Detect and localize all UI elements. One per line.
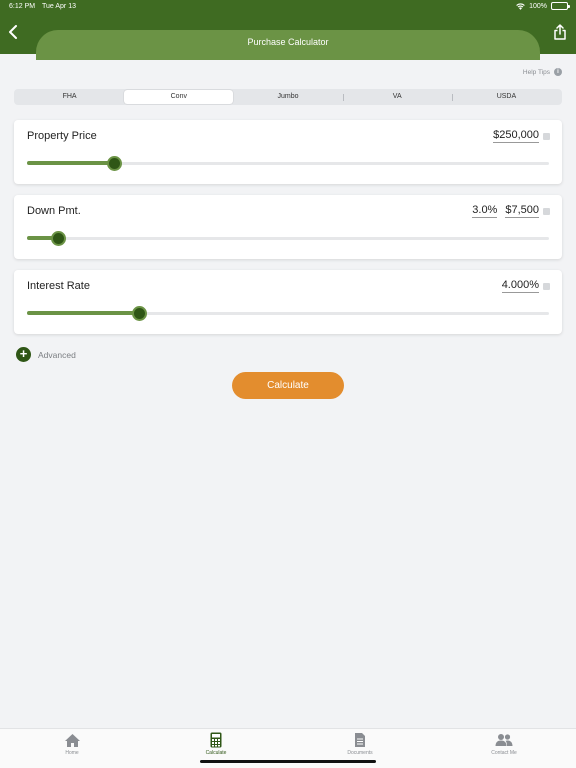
loan-type-segmented-control: FHA Conv Jumbo VA USDA	[14, 89, 562, 105]
segment-jumbo[interactable]: Jumbo	[233, 90, 342, 104]
document-icon	[354, 732, 366, 748]
down-payment-percent[interactable]: 3.0%	[472, 204, 498, 218]
tab-calculate-label: Calculate	[205, 750, 227, 756]
tab-contact-me-label: Contact Me	[491, 750, 517, 756]
battery-icon	[551, 2, 570, 10]
people-icon	[495, 732, 513, 748]
tab-home[interactable]: Home	[0, 729, 144, 768]
advanced-toggle[interactable]: + Advanced	[16, 347, 76, 362]
page-title: Purchase Calculator	[36, 30, 540, 60]
calculate-button[interactable]: Calculate	[232, 372, 344, 399]
status-time: 6:12 PM	[9, 3, 36, 10]
interest-rate-label: Interest Rate	[27, 280, 90, 292]
share-icon	[553, 23, 567, 45]
down-payment-label: Down Pmt.	[27, 205, 81, 217]
segment-usda[interactable]: USDA	[451, 90, 561, 104]
home-icon	[64, 732, 81, 748]
info-icon: i	[554, 68, 562, 76]
purchase-calculator-screen: 6:12 PM Tue Apr 13 100% Purchase Calcula…	[0, 0, 576, 768]
down-payment-card: Down Pmt. 3.0% $7,500	[14, 195, 562, 259]
edit-icon	[543, 132, 550, 140]
slider-fill	[27, 311, 140, 315]
battery-percent: 100%	[529, 2, 547, 10]
edit-icon	[543, 282, 550, 290]
slider-thumb[interactable]	[107, 156, 123, 171]
plus-icon: +	[16, 347, 31, 362]
down-payment-values: 3.0% $7,500	[472, 204, 550, 218]
status-bar: 6:12 PM Tue Apr 13 100%	[0, 0, 576, 14]
status-right: 100%	[516, 2, 570, 10]
property-price-value[interactable]: $250,000	[493, 129, 539, 143]
property-price-label: Property Price	[27, 130, 97, 142]
header: 6:12 PM Tue Apr 13 100% Purchase Calcula…	[0, 0, 576, 60]
down-payment-slider[interactable]	[27, 231, 549, 246]
segment-conv[interactable]: Conv	[124, 90, 234, 104]
tab-contact-me[interactable]: Contact Me	[432, 729, 576, 768]
status-date: Tue Apr 13	[42, 3, 76, 10]
wifi-icon	[516, 2, 525, 10]
home-indicator	[200, 760, 376, 763]
interest-rate-values: 4.000%	[501, 279, 550, 293]
slider-fill	[27, 161, 115, 165]
interest-rate-slider[interactable]	[27, 306, 549, 321]
tab-documents-label: Documents	[347, 750, 373, 756]
property-price-slider[interactable]	[27, 156, 549, 171]
slider-track	[27, 237, 549, 240]
down-payment-amount[interactable]: $7,500	[505, 204, 539, 218]
back-button[interactable]	[4, 24, 22, 44]
chevron-left-icon	[8, 24, 18, 44]
tab-home-label: Home	[65, 750, 79, 756]
slider-thumb[interactable]	[51, 231, 67, 246]
advanced-label: Advanced	[38, 349, 76, 360]
calculator-icon	[210, 732, 222, 748]
property-price-values: $250,000	[493, 129, 550, 143]
segment-va[interactable]: VA	[342, 90, 452, 104]
interest-rate-card: Interest Rate 4.000%	[14, 270, 562, 334]
segment-fha[interactable]: FHA	[15, 90, 124, 104]
interest-rate-value[interactable]: 4.000%	[501, 279, 539, 293]
edit-icon	[543, 207, 550, 215]
share-button[interactable]	[550, 23, 570, 45]
slider-thumb[interactable]	[132, 306, 148, 321]
help-tips-label: Help Tips	[522, 68, 550, 76]
property-price-card: Property Price $250,000	[14, 120, 562, 184]
help-tips[interactable]: Help Tips i	[523, 68, 562, 76]
